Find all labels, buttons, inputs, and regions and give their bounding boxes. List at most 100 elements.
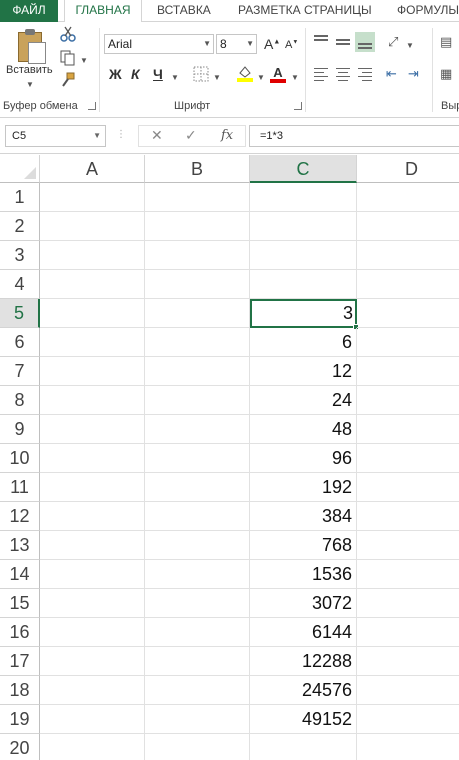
- increase-indent-icon[interactable]: ⇥: [408, 66, 419, 82]
- fill-color-icon[interactable]: [236, 64, 254, 82]
- cell-d2[interactable]: [357, 212, 459, 241]
- cell-c16[interactable]: 6144: [250, 618, 357, 647]
- shrink-font-button[interactable]: A▼: [285, 39, 298, 51]
- cell-b2[interactable]: [145, 212, 250, 241]
- cell-a14[interactable]: [40, 560, 145, 589]
- cell-d6[interactable]: [357, 328, 459, 357]
- fill-color-dropdown-icon[interactable]: ▼: [257, 70, 265, 86]
- orientation-dropdown-icon[interactable]: ▼: [406, 38, 414, 54]
- cell-c18[interactable]: 24576: [250, 676, 357, 705]
- cell-c1[interactable]: [250, 183, 357, 212]
- cancel-icon[interactable]: ✕: [151, 127, 163, 144]
- cell-a2[interactable]: [40, 212, 145, 241]
- name-box[interactable]: C5 ▼: [5, 125, 106, 147]
- row-header-9[interactable]: 9: [0, 415, 40, 444]
- cell-c2[interactable]: [250, 212, 357, 241]
- cell-b19[interactable]: [145, 705, 250, 734]
- column-header-a[interactable]: A: [40, 155, 145, 183]
- cell-c9[interactable]: 48: [250, 415, 357, 444]
- cell-b4[interactable]: [145, 270, 250, 299]
- paste-icon[interactable]: [14, 28, 48, 64]
- middle-align-button[interactable]: [333, 32, 353, 52]
- format-painter-icon[interactable]: [60, 72, 76, 88]
- cell-d16[interactable]: [357, 618, 459, 647]
- resize-handle-icon[interactable]: ⋮: [116, 129, 126, 140]
- row-header-7[interactable]: 7: [0, 357, 40, 386]
- row-header-10[interactable]: 10: [0, 444, 40, 473]
- underline-dropdown-icon[interactable]: ▼: [171, 70, 179, 86]
- borders-dropdown-icon[interactable]: ▼: [213, 70, 221, 86]
- cell-c4[interactable]: [250, 270, 357, 299]
- borders-icon[interactable]: [193, 66, 209, 82]
- cell-b10[interactable]: [145, 444, 250, 473]
- row-header-1[interactable]: 1: [0, 183, 40, 212]
- top-align-button[interactable]: [311, 32, 331, 52]
- enter-icon[interactable]: ✓: [185, 127, 197, 144]
- cell-c14[interactable]: 1536: [250, 560, 357, 589]
- cell-a18[interactable]: [40, 676, 145, 705]
- cell-c12[interactable]: 384: [250, 502, 357, 531]
- wrap-text-icon[interactable]: ▤: [440, 34, 452, 50]
- italic-button[interactable]: К: [131, 66, 140, 82]
- paste-dropdown-icon[interactable]: ▼: [26, 80, 34, 89]
- cell-d5[interactable]: [357, 299, 459, 328]
- cell-d7[interactable]: [357, 357, 459, 386]
- row-header-12[interactable]: 12: [0, 502, 40, 531]
- cell-b18[interactable]: [145, 676, 250, 705]
- row-header-3[interactable]: 3: [0, 241, 40, 270]
- cell-a20[interactable]: [40, 734, 145, 760]
- cell-b8[interactable]: [145, 386, 250, 415]
- column-header-d[interactable]: D: [357, 155, 459, 183]
- cell-d12[interactable]: [357, 502, 459, 531]
- font-size-select[interactable]: 8 ▼: [216, 34, 257, 54]
- cell-c5[interactable]: 3: [250, 299, 357, 328]
- cell-a19[interactable]: [40, 705, 145, 734]
- cell-a10[interactable]: [40, 444, 145, 473]
- cell-d13[interactable]: [357, 531, 459, 560]
- row-header-8[interactable]: 8: [0, 386, 40, 415]
- paste-button[interactable]: Вставить: [6, 64, 53, 76]
- cell-b14[interactable]: [145, 560, 250, 589]
- cell-c6[interactable]: 6: [250, 328, 357, 357]
- cell-a12[interactable]: [40, 502, 145, 531]
- cell-c20[interactable]: [250, 734, 357, 760]
- merge-cells-icon[interactable]: ▦: [440, 66, 452, 82]
- align-right-button[interactable]: [355, 64, 375, 84]
- row-header-15[interactable]: 15: [0, 589, 40, 618]
- row-header-2[interactable]: 2: [0, 212, 40, 241]
- cell-a3[interactable]: [40, 241, 145, 270]
- cell-d20[interactable]: [357, 734, 459, 760]
- cell-b12[interactable]: [145, 502, 250, 531]
- row-header-13[interactable]: 13: [0, 531, 40, 560]
- cell-b9[interactable]: [145, 415, 250, 444]
- row-header-14[interactable]: 14: [0, 560, 40, 589]
- font-launcher-icon[interactable]: [294, 102, 302, 110]
- row-header-16[interactable]: 16: [0, 618, 40, 647]
- cell-b7[interactable]: [145, 357, 250, 386]
- column-header-c[interactable]: C: [250, 155, 357, 183]
- cell-b15[interactable]: [145, 589, 250, 618]
- cell-a11[interactable]: [40, 473, 145, 502]
- font-name-select[interactable]: Arial ▼: [104, 34, 214, 54]
- cell-d4[interactable]: [357, 270, 459, 299]
- copy-dropdown-icon[interactable]: ▼: [80, 53, 88, 69]
- row-header-5[interactable]: 5: [0, 299, 40, 328]
- cell-b16[interactable]: [145, 618, 250, 647]
- align-left-button[interactable]: [311, 64, 331, 84]
- cell-d3[interactable]: [357, 241, 459, 270]
- cell-c7[interactable]: 12: [250, 357, 357, 386]
- cell-b6[interactable]: [145, 328, 250, 357]
- cell-c11[interactable]: 192: [250, 473, 357, 502]
- cell-d19[interactable]: [357, 705, 459, 734]
- row-header-18[interactable]: 18: [0, 676, 40, 705]
- cell-b3[interactable]: [145, 241, 250, 270]
- cell-d14[interactable]: [357, 560, 459, 589]
- cell-c10[interactable]: 96: [250, 444, 357, 473]
- cell-a13[interactable]: [40, 531, 145, 560]
- cell-a16[interactable]: [40, 618, 145, 647]
- cell-c17[interactable]: 12288: [250, 647, 357, 676]
- align-center-button[interactable]: [333, 64, 353, 84]
- cell-a5[interactable]: [40, 299, 145, 328]
- cell-c8[interactable]: 24: [250, 386, 357, 415]
- cell-d1[interactable]: [357, 183, 459, 212]
